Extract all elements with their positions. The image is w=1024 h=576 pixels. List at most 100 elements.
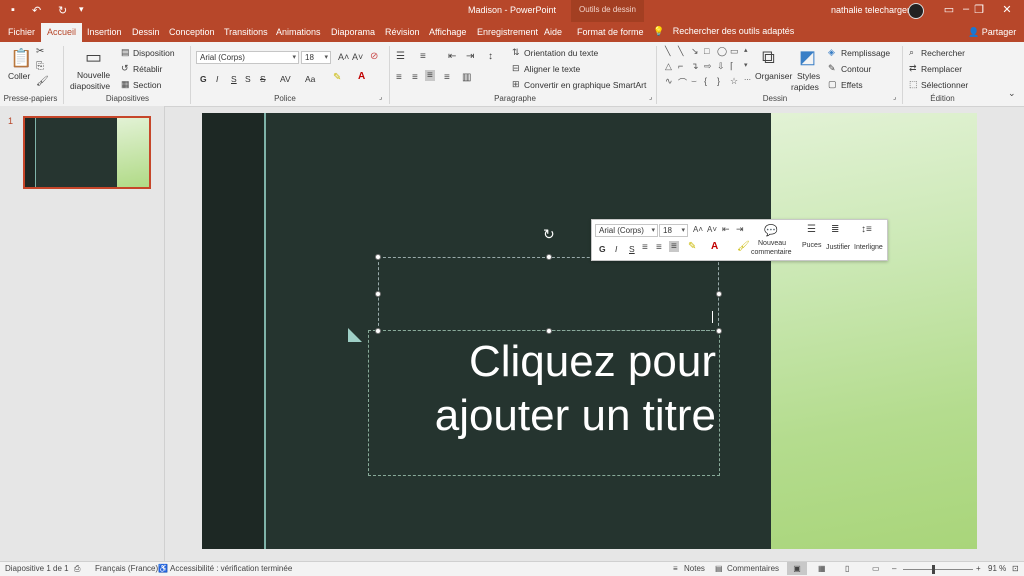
align-left-icon[interactable]: ≡ xyxy=(396,72,402,83)
arrow-shape-icon[interactable]: ↘ xyxy=(691,46,699,57)
dialog-launcher-icon[interactable]: ⌟ xyxy=(379,93,382,101)
slideshow-icon[interactable]: ▭ xyxy=(872,564,880,573)
tab-revision[interactable]: Révision xyxy=(385,27,420,37)
tab-insertion[interactable]: Insertion xyxy=(87,27,122,37)
line-spacing-icon[interactable]: ↕ xyxy=(488,51,493,62)
rectangle-shape-icon[interactable]: □ xyxy=(704,46,709,56)
new-slide-icon[interactable]: ▭ xyxy=(85,47,102,68)
tab-affichage[interactable]: Affichage xyxy=(429,27,466,37)
decrease-indent-icon[interactable]: ⇤ xyxy=(722,224,730,235)
mini-size-combo[interactable]: 18 ▾ xyxy=(659,224,688,237)
arrow-down-shape-icon[interactable]: ⇩ xyxy=(717,61,725,72)
change-case-button[interactable]: Aa xyxy=(305,74,315,84)
brace-shape-icon[interactable]: } xyxy=(717,76,720,86)
rectangle-shape-icon[interactable]: ▭ xyxy=(730,46,739,57)
subtitle-placeholder[interactable] xyxy=(378,257,719,331)
mini-bullets-button[interactable]: Puces xyxy=(802,242,821,249)
slide-title[interactable]: Cliquez pour ajouter un titre xyxy=(378,335,716,443)
dialog-launcher-icon[interactable]: ⌟ xyxy=(649,93,652,101)
font-size-combo[interactable]: 18 ▾ xyxy=(301,51,331,64)
dialog-launcher-icon[interactable]: ⌟ xyxy=(893,93,896,101)
tab-diaporama[interactable]: Diaporama xyxy=(331,27,375,37)
reading-view-icon[interactable]: ▯ xyxy=(845,564,849,573)
shape-effects-button[interactable]: Effets xyxy=(841,80,863,90)
resize-handle[interactable] xyxy=(716,291,722,297)
replace-button[interactable]: Remplacer xyxy=(921,64,962,74)
connector-shape-icon[interactable]: ↴ xyxy=(691,61,699,72)
italic-button[interactable]: I xyxy=(216,74,218,84)
smartart-button[interactable]: Convertir en graphique SmartArt xyxy=(524,80,646,90)
slide-sorter-icon[interactable]: ▦ xyxy=(818,564,826,573)
share-button[interactable]: 👤 Partager xyxy=(968,27,1016,38)
font-color-icon[interactable]: A xyxy=(358,71,365,82)
select-button[interactable]: Sélectionner xyxy=(921,80,968,90)
shrink-font-icon[interactable]: A˅ xyxy=(707,225,717,234)
align-text-button[interactable]: Aligner le texte xyxy=(524,64,580,74)
resize-handle[interactable] xyxy=(546,254,552,260)
increase-indent-icon[interactable]: ⇥ xyxy=(466,51,474,62)
clear-format-icon[interactable]: ⊘ xyxy=(370,51,378,62)
mini-justify-button[interactable]: Justifier xyxy=(826,244,850,251)
shrink-font-icon[interactable]: A˅ xyxy=(352,52,363,62)
find-button[interactable]: Rechercher xyxy=(921,48,965,58)
connector-shape-icon[interactable]: ⌐ xyxy=(678,61,683,71)
shape-outline-button[interactable]: Contour xyxy=(841,64,871,74)
increase-indent-icon[interactable]: ⇥ xyxy=(736,224,744,235)
zoom-slider-thumb[interactable] xyxy=(932,565,935,574)
paste-icon[interactable]: 📋 xyxy=(10,48,32,69)
tab-aide[interactable]: Aide xyxy=(544,27,562,37)
slide-canvas[interactable]: Cliquez pour ajouter un titre ↻ xyxy=(202,113,977,549)
star-shape-icon[interactable]: ☆ xyxy=(730,76,738,87)
tab-accueil[interactable]: Accueil xyxy=(41,23,83,42)
align-center-icon[interactable]: ≡ xyxy=(656,242,662,253)
bracket-shape-icon[interactable]: ⌈ xyxy=(730,61,734,72)
mini-line-spacing-button[interactable]: Interligne xyxy=(854,244,883,251)
normal-view-icon[interactable]: ▣ xyxy=(787,562,807,575)
tell-me-search[interactable]: 💡 Rechercher des outils adaptés xyxy=(653,26,794,37)
tab-enregistrement[interactable]: Enregistrement xyxy=(477,27,538,37)
tab-animations[interactable]: Animations xyxy=(276,27,321,37)
accessibility-status[interactable]: Accessibilité : vérification terminée xyxy=(170,564,292,573)
format-painter-icon[interactable]: 🖌 xyxy=(36,76,49,87)
underline-button[interactable]: S xyxy=(231,74,237,84)
highlight-icon[interactable]: ✎ xyxy=(333,72,341,83)
new-comment-label-1[interactable]: Nouveau xyxy=(758,240,786,247)
align-left-icon[interactable]: ≡ xyxy=(642,242,648,253)
arrange-icon[interactable]: ⧉ xyxy=(762,47,775,68)
grow-font-icon[interactable]: A˄ xyxy=(338,52,349,62)
resize-handle[interactable] xyxy=(375,254,381,260)
line-shape-icon[interactable]: ╲ xyxy=(678,46,683,57)
zoom-slider[interactable] xyxy=(903,569,973,570)
avatar[interactable] xyxy=(908,3,924,19)
scroll-up-icon[interactable]: ▴ xyxy=(744,46,748,54)
numbering-icon[interactable]: ≡ xyxy=(420,51,426,62)
shape-fill-button[interactable]: Remplissage xyxy=(841,48,890,58)
more-shapes-icon[interactable]: ⋯ xyxy=(744,76,751,84)
arrange-button[interactable]: Organiser xyxy=(755,71,792,81)
font-color-icon[interactable]: A xyxy=(711,241,718,252)
slide-thumbnail[interactable] xyxy=(23,116,151,189)
resize-handle[interactable] xyxy=(716,328,722,334)
quick-styles-icon[interactable]: ◩ xyxy=(799,47,816,68)
notes-button[interactable]: Notes xyxy=(684,564,705,573)
justify-icon[interactable]: ≣ xyxy=(831,224,839,235)
line-shape-icon[interactable]: ╲ xyxy=(665,46,670,57)
highlight-icon[interactable]: ✎ xyxy=(688,241,696,252)
tab-conception[interactable]: Conception xyxy=(169,27,215,37)
zoom-in-icon[interactable]: + xyxy=(976,564,981,573)
copy-icon[interactable]: ⎘ xyxy=(36,61,44,72)
strikethrough-button[interactable]: S xyxy=(260,74,266,84)
bold-button[interactable]: G xyxy=(200,74,207,84)
align-right-icon[interactable]: ≡ xyxy=(425,70,435,81)
spellcheck-icon[interactable]: ⎙ xyxy=(74,564,80,574)
arrow-right-shape-icon[interactable]: ⇨ xyxy=(704,61,712,72)
resize-handle[interactable] xyxy=(546,328,552,334)
rotate-handle-icon[interactable]: ↻ xyxy=(543,226,555,243)
align-center-icon[interactable]: ≡ xyxy=(412,72,418,83)
curve-shape-icon[interactable]: ⌣ xyxy=(691,76,697,87)
cut-icon[interactable]: ✂ xyxy=(36,46,44,57)
bullets-icon[interactable]: ☰ xyxy=(807,224,816,235)
char-spacing-button[interactable]: AV xyxy=(280,74,291,84)
paste-button[interactable]: Coller xyxy=(8,71,30,81)
tab-transitions[interactable]: Transitions xyxy=(224,27,268,37)
